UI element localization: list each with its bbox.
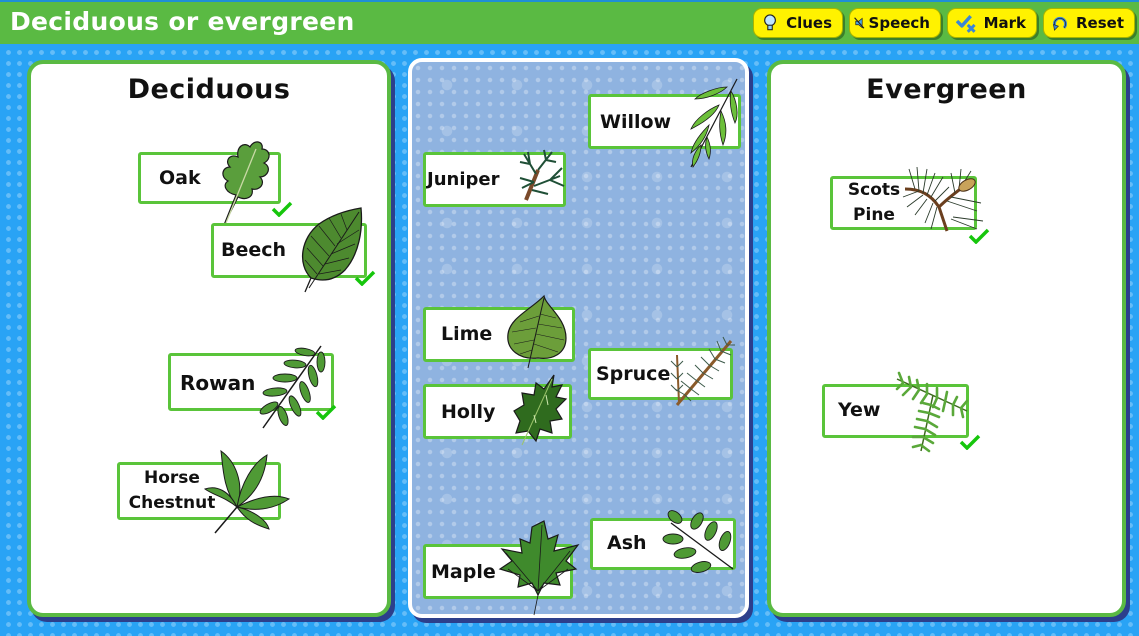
correct-check-icon (354, 270, 376, 286)
card-label: Lime (441, 323, 493, 345)
card-lime[interactable]: Lime (423, 294, 575, 369)
app-title: Deciduous or evergreen (10, 7, 355, 36)
card-oak[interactable]: Oak (138, 141, 281, 226)
card-yew[interactable]: Yew (822, 371, 969, 453)
card-label: Maple (431, 561, 496, 583)
maple-leaf-icon (498, 520, 580, 616)
card-juniper[interactable]: Juniper (423, 149, 566, 207)
check-cross-icon (956, 15, 976, 33)
mark-label: Mark (983, 14, 1026, 32)
evergreen-drop-zone[interactable]: Evergreen Scots Pine Yew (767, 60, 1126, 617)
card-willow[interactable]: Willow (588, 78, 741, 168)
card-label-line-2: Pine (853, 205, 895, 225)
correct-check-icon (315, 404, 337, 420)
lightbulb-icon (764, 14, 776, 31)
card-label: Yew (838, 399, 881, 421)
yew-sprig-icon (895, 371, 969, 453)
unsorted-cards-area[interactable]: Willow Juniper Lime Spruce Holly Ash Map… (408, 58, 749, 618)
card-label: Oak (159, 167, 201, 189)
card-label: Ash (607, 532, 647, 554)
clues-label: Clues (786, 14, 832, 32)
card-label: Beech (221, 239, 287, 261)
holly-leaf-icon (513, 374, 568, 446)
mark-button[interactable]: Mark (947, 8, 1037, 38)
correct-check-icon (271, 201, 293, 217)
card-rowan[interactable]: Rowan (168, 345, 334, 429)
reset-label: Reset (1076, 14, 1124, 32)
header-bar: Deciduous or evergreen Clues Speech Mark (0, 0, 1139, 44)
spruce-sprig-icon (670, 336, 735, 406)
evergreen-title: Evergreen (866, 74, 1027, 105)
card-horse-chestnut[interactable]: Horse Chestnut (117, 449, 291, 534)
speaker-muted-icon (854, 17, 865, 29)
toolbar: Clues Speech Mark Reset (753, 8, 1135, 38)
horse-chestnut-leaf-icon (203, 449, 291, 534)
reset-button[interactable]: Reset (1043, 8, 1135, 38)
card-holly[interactable]: Holly (423, 374, 572, 446)
correct-check-icon (968, 228, 990, 244)
willow-leaf-icon (690, 78, 738, 168)
card-maple[interactable]: Maple (423, 520, 580, 616)
card-label: Juniper (427, 169, 500, 190)
card-label-line-1: Scots (847, 180, 901, 200)
card-beech[interactable]: Beech (211, 207, 367, 293)
deciduous-title: Deciduous (127, 74, 291, 105)
lime-leaf-icon (507, 294, 567, 369)
correct-check-icon (959, 434, 981, 450)
card-spruce[interactable]: Spruce (588, 336, 735, 406)
deciduous-drop-zone[interactable]: Deciduous Oak Beech Rowan Horse Chestnut (27, 60, 391, 617)
speech-button[interactable]: Speech (849, 8, 941, 38)
speech-label: Speech (868, 14, 930, 32)
card-label: Spruce (596, 363, 671, 385)
scots-pine-sprig-icon (902, 166, 984, 232)
card-label: Holly (441, 401, 496, 423)
card-label: Scots Pine (837, 178, 911, 228)
oak-leaf-icon (222, 141, 270, 226)
card-scots-pine[interactable]: Scots Pine (830, 166, 984, 232)
reset-arrow-icon (1053, 16, 1067, 31)
clues-button[interactable]: Clues (753, 8, 843, 38)
juniper-sprig-icon (519, 149, 565, 201)
ash-leaf-icon (662, 510, 734, 573)
card-label: Willow (600, 111, 672, 133)
card-label: Rowan (180, 371, 256, 395)
card-ash[interactable]: Ash (590, 510, 736, 573)
